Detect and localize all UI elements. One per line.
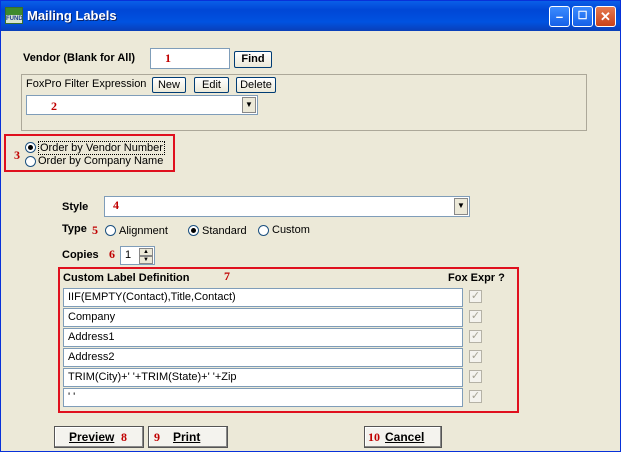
chevron-down-icon[interactable]: ▼ (454, 198, 468, 215)
find-button[interactable]: Find (234, 51, 272, 68)
annotation-1: 1 (165, 51, 171, 65)
style-combo[interactable]: ▼ (104, 196, 470, 217)
annotation-6: 6 (109, 247, 115, 261)
annotation-4: 4 (113, 198, 119, 212)
preview-label: Preview (69, 430, 115, 444)
fox-expr-checkbox-1: ✓ (469, 290, 482, 303)
definition-row-3[interactable]: Address1 (63, 328, 463, 347)
order-company-name-radio[interactable] (25, 156, 36, 167)
close-button[interactable]: ✕ (595, 6, 616, 27)
vendor-label: Vendor (Blank for All) (23, 52, 136, 64)
filter-edit-button[interactable]: Edit (194, 77, 229, 93)
definition-row-1[interactable]: IIF(EMPTY(Contact),Title,Contact) (63, 288, 463, 307)
annotation-3: 3 (14, 148, 20, 162)
order-vendor-number-radio[interactable] (25, 142, 36, 153)
copies-label: Copies (62, 249, 99, 261)
type-alignment-radio[interactable] (105, 225, 116, 236)
type-standard-label[interactable]: Standard (202, 225, 247, 237)
minimize-button[interactable]: – (549, 6, 570, 27)
fox-expr-checkbox-5: ✓ (469, 370, 482, 383)
copies-value: 1 (125, 249, 132, 261)
order-company-name-label[interactable]: Order by Company Name (38, 155, 163, 167)
filter-label: FoxPro Filter Expression (26, 78, 147, 90)
annotation-5: 5 (92, 223, 98, 237)
fox-expr-checkbox-4: ✓ (469, 350, 482, 363)
spin-down-icon[interactable]: ▼ (139, 256, 153, 264)
annotation-9: 9 (154, 430, 160, 444)
annotation-8: 8 (121, 430, 127, 444)
definition-row-6[interactable]: ' ' (63, 388, 463, 407)
window-title: Mailing Labels (27, 8, 117, 23)
filter-expression-combo[interactable]: ▼ (26, 95, 258, 115)
copies-stepper[interactable]: 1 ▲ ▼ (120, 246, 155, 265)
annotation-7: 7 (224, 269, 230, 283)
custom-definition-label: Custom Label Definition (63, 272, 190, 284)
definition-row-4[interactable]: Address2 (63, 348, 463, 367)
print-button[interactable]: 9 Print (148, 426, 228, 448)
type-standard-radio[interactable] (188, 225, 199, 236)
maximize-button[interactable]: ☐ (572, 6, 593, 27)
type-label: Type (62, 223, 87, 235)
definition-row-2[interactable]: Company (63, 308, 463, 327)
fox-expr-checkbox-6: ✓ (469, 390, 482, 403)
fox-expr-checkbox-3: ✓ (469, 330, 482, 343)
title-bar: FUND Mailing Labels – ☐ ✕ (1, 1, 620, 31)
type-custom-radio[interactable] (258, 225, 269, 236)
vendor-input[interactable] (150, 48, 230, 69)
app-icon-text: FUND (6, 16, 23, 22)
annotation-2: 2 (51, 99, 57, 113)
type-custom-label[interactable]: Custom (272, 224, 310, 236)
spin-up-icon[interactable]: ▲ (139, 248, 153, 256)
cancel-button[interactable]: 10 Cancel (364, 426, 442, 448)
chevron-down-icon[interactable]: ▼ (242, 97, 256, 113)
fund-app-icon: FUND (5, 7, 23, 24)
preview-button[interactable]: Preview 8 (54, 426, 144, 448)
print-label: Print (173, 430, 201, 444)
mailing-labels-window: FUND Mailing Labels – ☐ ✕ Vendor (Blank … (0, 0, 621, 452)
definition-row-5[interactable]: TRIM(City)+' '+TRIM(State)+' '+Zip (63, 368, 463, 387)
fox-expr-label: Fox Expr ? (448, 272, 505, 284)
filter-new-button[interactable]: New (152, 77, 186, 93)
cancel-label: Cancel (385, 430, 425, 444)
fox-expr-checkbox-2: ✓ (469, 310, 482, 323)
annotation-10: 10 (368, 430, 380, 444)
type-alignment-label[interactable]: Alignment (119, 225, 168, 237)
order-vendor-number-label[interactable]: Order by Vendor Number (38, 141, 165, 155)
style-label: Style (62, 201, 89, 213)
filter-delete-button[interactable]: Delete (236, 77, 276, 93)
